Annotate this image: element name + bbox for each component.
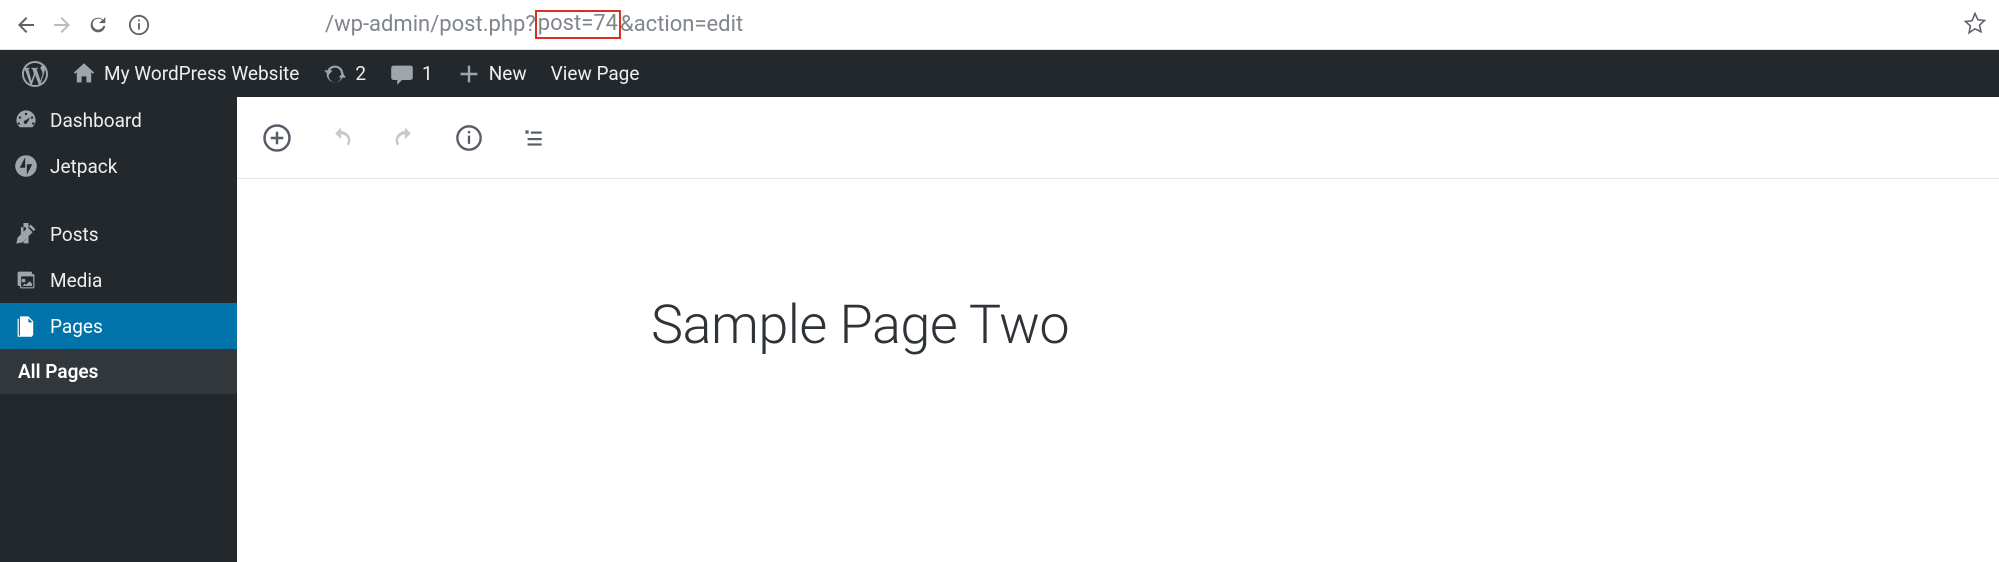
reload-button[interactable] — [80, 7, 116, 43]
sidebar-label: Posts — [50, 223, 99, 246]
sidebar-item-pages[interactable]: Pages — [0, 303, 237, 349]
content-info-button[interactable] — [451, 120, 487, 156]
wp-logo-menu[interactable] — [10, 50, 60, 97]
wp-admin-bar: My WordPress Website 2 1 New View Page — [0, 50, 1999, 97]
url-display[interactable]: /wp-admin/post.php?post=74&action=edit — [325, 10, 743, 38]
site-home-menu[interactable]: My WordPress Website — [60, 50, 311, 97]
updates-menu[interactable]: 2 — [311, 50, 378, 97]
sidebar-item-media[interactable]: Media — [0, 257, 237, 303]
forward-button[interactable] — [44, 7, 80, 43]
sidebar-label: Dashboard — [50, 109, 142, 132]
comments-count: 1 — [422, 62, 433, 85]
add-block-button[interactable] — [259, 120, 295, 156]
updates-count: 2 — [355, 62, 366, 85]
back-button[interactable] — [8, 7, 44, 43]
editor-toolbar — [237, 97, 1999, 179]
url-highlight: post=74 — [535, 10, 621, 38]
redo-button[interactable] — [387, 120, 423, 156]
sidebar-item-jetpack[interactable]: Jetpack — [0, 143, 237, 189]
url-prefix: /wp-admin/post.php? — [325, 12, 536, 37]
browser-toolbar: /wp-admin/post.php?post=74&action=edit — [0, 0, 1999, 50]
sidebar-item-dashboard[interactable]: Dashboard — [0, 97, 237, 143]
site-title-label: My WordPress Website — [104, 62, 299, 85]
sidebar-separator — [0, 189, 237, 211]
page-title-input[interactable]: Sample Page Two — [651, 294, 1585, 357]
view-page-link[interactable]: View Page — [539, 50, 652, 97]
sidebar-label: Media — [50, 269, 102, 292]
block-navigation-button[interactable] — [515, 120, 551, 156]
site-info-icon[interactable] — [128, 14, 150, 36]
bookmark-star-icon[interactable] — [1963, 11, 1987, 39]
editor-area: Sample Page Two — [237, 97, 1999, 562]
view-page-label: View Page — [551, 62, 640, 85]
comments-menu[interactable]: 1 — [378, 50, 445, 97]
sidebar-subitem-all-pages[interactable]: All Pages — [0, 349, 237, 394]
sidebar-label: Pages — [50, 315, 103, 338]
sidebar-label: Jetpack — [50, 155, 117, 178]
editor-content[interactable]: Sample Page Two — [237, 179, 1999, 357]
url-suffix: &action=edit — [620, 12, 743, 37]
sidebar-submenu-pages: All Pages — [0, 349, 237, 394]
undo-button[interactable] — [323, 120, 359, 156]
sidebar-item-posts[interactable]: Posts — [0, 211, 237, 257]
admin-sidebar: Dashboard Jetpack Posts Media Pages All … — [0, 97, 237, 562]
new-content-menu[interactable]: New — [445, 50, 539, 97]
new-label: New — [489, 62, 527, 85]
